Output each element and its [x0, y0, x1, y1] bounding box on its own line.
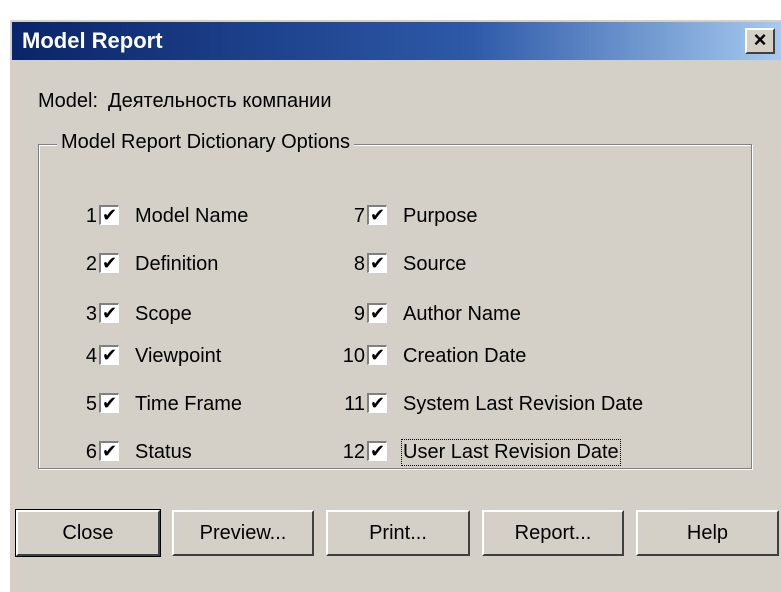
- option-number: 5: [85, 393, 97, 415]
- preview-button[interactable]: Preview...: [172, 510, 314, 556]
- model-row: Model: Деятельность компании: [38, 90, 332, 113]
- model-value: Деятельность компании: [108, 90, 332, 112]
- checkbox[interactable]: ✔: [99, 393, 119, 413]
- option-scope[interactable]: 3 ✔ Scope: [59, 301, 339, 327]
- close-icon[interactable]: ×: [745, 28, 775, 54]
- option-number: 1: [85, 205, 97, 227]
- option-definition[interactable]: 2 ✔ Definition: [59, 251, 339, 277]
- checkbox[interactable]: ✔: [367, 441, 387, 461]
- option-user-last-revision-date[interactable]: 12 ✔ User Last Revision Date: [327, 439, 737, 466]
- model-report-dialog: Model Report × Model: Деятельность компан…: [8, 18, 781, 592]
- option-viewpoint[interactable]: 4 ✔ Viewpoint: [59, 343, 339, 369]
- title-bar[interactable]: Model Report ×: [12, 22, 781, 60]
- option-label: Source: [403, 253, 467, 275]
- option-number: 7: [353, 205, 365, 227]
- checkbox[interactable]: ✔: [367, 303, 387, 323]
- option-label: Author Name: [403, 303, 521, 325]
- option-label: Model Name: [135, 205, 249, 227]
- checkbox[interactable]: ✔: [99, 205, 119, 225]
- option-number: 4: [85, 345, 97, 367]
- close-button[interactable]: Close: [15, 509, 161, 557]
- option-label: Creation Date: [403, 345, 527, 367]
- help-button[interactable]: Help: [636, 510, 779, 556]
- group-title: Model Report Dictionary Options: [57, 131, 355, 154]
- option-author-name[interactable]: 9 ✔ Author Name: [327, 301, 737, 327]
- option-number: 9: [353, 303, 365, 325]
- checkbox[interactable]: ✔: [99, 253, 119, 273]
- checkbox[interactable]: ✔: [99, 441, 119, 461]
- option-number: 6: [85, 441, 97, 463]
- option-label: Scope: [135, 303, 192, 325]
- checkbox[interactable]: ✔: [367, 393, 387, 413]
- dictionary-options-group: Model Report Dictionary Options 1 ✔ Mode…: [38, 131, 752, 469]
- option-label: User Last Revision Date: [401, 439, 621, 466]
- option-number: 8: [353, 253, 365, 275]
- model-label: Model:: [38, 90, 99, 112]
- option-label: Purpose: [403, 205, 478, 227]
- option-number: 3: [85, 303, 97, 325]
- checkbox[interactable]: ✔: [99, 303, 119, 323]
- window-title: Model Report: [22, 28, 163, 53]
- checkbox[interactable]: ✔: [367, 345, 387, 365]
- report-button[interactable]: Report...: [482, 510, 624, 556]
- option-label: Time Frame: [135, 393, 243, 415]
- option-source[interactable]: 8 ✔ Source: [327, 251, 737, 277]
- option-label: Status: [135, 441, 192, 463]
- option-model-name[interactable]: 1 ✔ Model Name: [59, 203, 339, 229]
- option-status[interactable]: 6 ✔ Status: [59, 439, 339, 465]
- option-number: 12: [342, 441, 365, 463]
- option-number: 2: [85, 253, 97, 275]
- option-number: 11: [344, 393, 365, 415]
- checkbox[interactable]: ✔: [367, 205, 387, 225]
- option-creation-date[interactable]: 10 ✔ Creation Date: [327, 343, 737, 369]
- option-label: Viewpoint: [135, 345, 222, 367]
- checkbox[interactable]: ✔: [99, 345, 119, 365]
- option-system-last-revision-date[interactable]: 11 ✔ System Last Revision Date: [327, 391, 737, 417]
- option-number: 10: [342, 345, 365, 367]
- print-button[interactable]: Print...: [326, 510, 470, 556]
- checkbox[interactable]: ✔: [367, 253, 387, 273]
- option-purpose[interactable]: 7 ✔ Purpose: [327, 203, 737, 229]
- option-label: System Last Revision Date: [403, 393, 644, 415]
- option-time-frame[interactable]: 5 ✔ Time Frame: [59, 391, 339, 417]
- option-label: Definition: [135, 253, 219, 275]
